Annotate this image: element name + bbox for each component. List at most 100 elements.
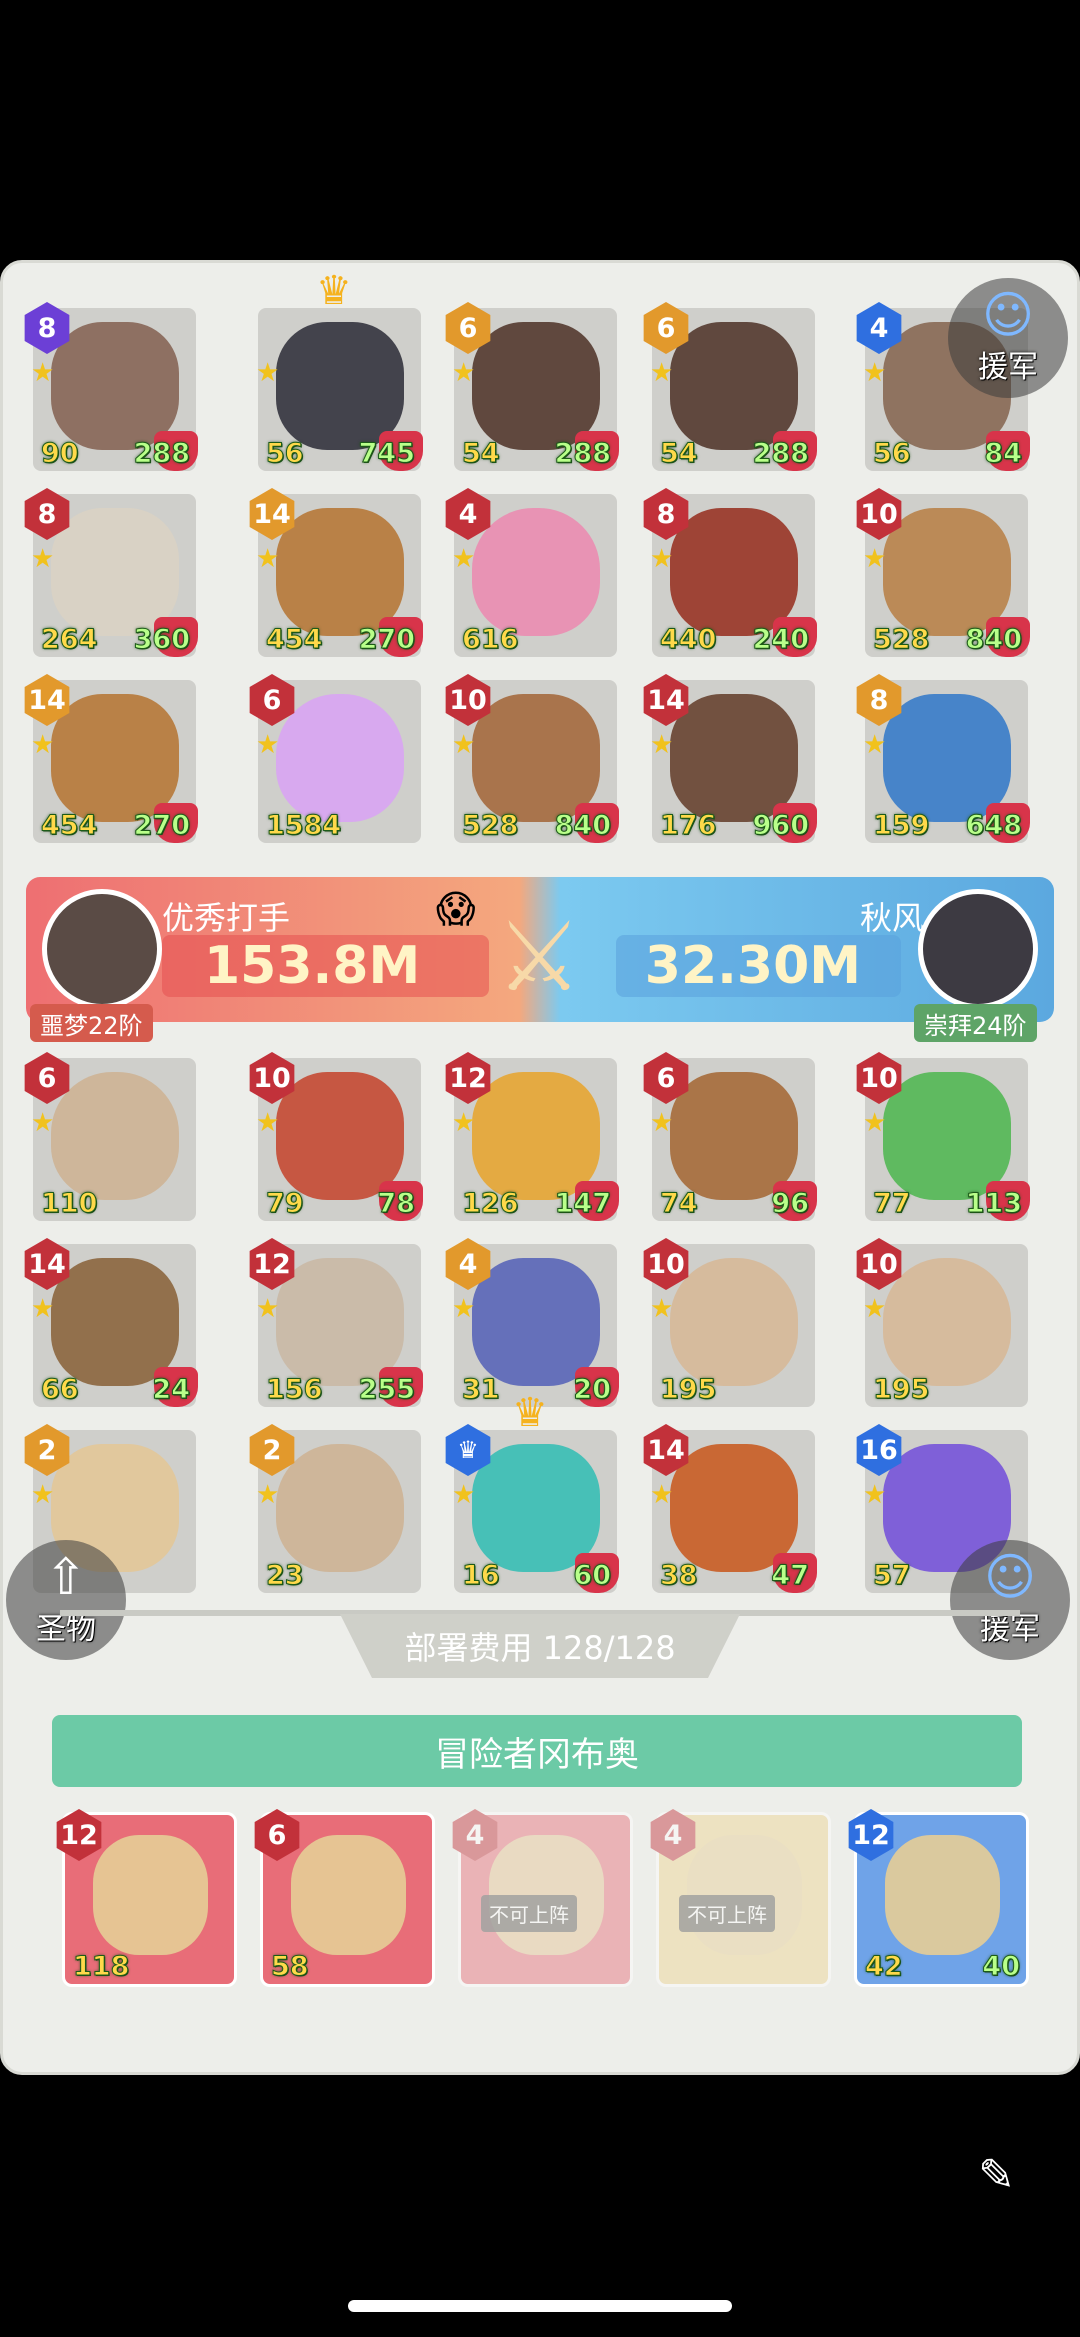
home-indicator: [348, 2300, 732, 2312]
unit-card[interactable]: 4 ★ 616: [445, 488, 617, 657]
star-icon: ★: [452, 1480, 476, 1510]
star-icon: ★: [863, 544, 887, 574]
unit-card[interactable]: 6 ★ 110: [24, 1052, 196, 1221]
unit-attack: 66: [41, 1374, 80, 1406]
reinforce-top-button[interactable]: ☺ 援军: [948, 278, 1068, 398]
unit-card[interactable]: 10 ★ 528 840: [445, 674, 619, 843]
unit-card[interactable]: 6 ★ 54 288: [643, 302, 817, 471]
bench-value: 58: [271, 1951, 310, 1983]
unit-attack: 454: [40, 810, 98, 842]
unit-card[interactable]: 6 ★ 1584: [249, 674, 421, 843]
unit-hp: 270: [133, 810, 190, 842]
unit-attack: 23: [266, 1560, 305, 1592]
unit-attack: 79: [266, 1188, 305, 1220]
unit-hp: 96: [771, 1188, 810, 1220]
unit-card[interactable]: 12 ★ 156 255: [249, 1238, 423, 1407]
bench-card[interactable]: 4 不可上阵: [452, 1809, 633, 1987]
star-icon: ★: [31, 1108, 55, 1138]
player-name: 优秀打手: [162, 899, 291, 937]
unit-card[interactable]: 10 ★ 195: [643, 1238, 815, 1407]
unit-attack: 56: [873, 438, 912, 470]
relic-egg-art: [276, 1444, 404, 1572]
unit-hp: 360: [133, 624, 190, 656]
unit-hp: 147: [554, 1188, 611, 1220]
unit-card[interactable]: 10 ★ 77 113: [856, 1052, 1030, 1221]
bench-card[interactable]: 6 58: [254, 1809, 435, 1987]
unit-card[interactable]: 10 ★ 528 840: [856, 488, 1030, 657]
unit-attack: 110: [40, 1188, 98, 1220]
star-icon: ★: [650, 358, 674, 388]
unit-hp: 24: [152, 1374, 191, 1406]
unit-card[interactable]: 14 ★ 66 24: [24, 1238, 198, 1407]
player-avatar[interactable]: [42, 889, 162, 1009]
unit-card[interactable]: 14 ★ 176 960: [643, 674, 817, 843]
opponent-avatar[interactable]: [918, 889, 1038, 1009]
unit-card[interactable]: 6 ★ 74 96: [643, 1052, 817, 1221]
star-icon: ★: [863, 358, 887, 388]
star-icon: ★: [650, 544, 674, 574]
not-deployable-tag: 不可上阵: [481, 1895, 577, 1932]
unit-hp: 288: [554, 438, 611, 470]
star-icon: ★: [452, 358, 476, 388]
relic-button[interactable]: ⇧ 圣物: [6, 1540, 126, 1660]
bench-art: [291, 1835, 406, 1955]
unit-card[interactable]: 8 ★ 90 288: [24, 302, 198, 471]
unit-card[interactable]: 14 ★ 454 270: [249, 488, 423, 657]
reinforce-bottom-button[interactable]: ☺ 援军: [950, 1540, 1070, 1660]
player-power: 153.8M: [162, 935, 489, 997]
star-icon: ★: [650, 1294, 674, 1324]
star-icon: ★: [256, 1108, 280, 1138]
unit-card[interactable]: 2 ★ 23: [249, 1424, 421, 1593]
unit-attack: 454: [265, 624, 323, 656]
star-icon: ★: [256, 730, 280, 760]
bench-value: 42: [865, 1951, 904, 1983]
unit-card[interactable]: 4 ★ 31 20: [445, 1238, 619, 1407]
unit-card[interactable]: 8 ★ 159 648: [856, 674, 1030, 843]
unit-attack: 195: [872, 1374, 930, 1406]
adventurer-button[interactable]: 冒险者冈布奥: [52, 1715, 1022, 1787]
player-rank-badge: 噩梦22阶: [30, 1004, 153, 1042]
unit-hp: 113: [965, 1188, 1022, 1220]
unit-card[interactable]: ★ 56 745 ♛: [256, 268, 423, 471]
relic-egg-art: [883, 1258, 1011, 1386]
unit-card[interactable]: 14 ★ 454 270: [24, 674, 198, 843]
unit-card[interactable]: 8 ★ 440 240: [643, 488, 817, 657]
unit-hp: 270: [358, 624, 415, 656]
bench-card[interactable]: 4 不可上阵: [650, 1809, 831, 1987]
unit-attack: 528: [872, 624, 930, 656]
bench-art: [885, 1835, 1000, 1955]
bench-card[interactable]: 12 42 40: [848, 1809, 1029, 1987]
star-icon: ★: [31, 730, 55, 760]
unit-hp: 960: [752, 810, 809, 842]
unit-hp: 47: [771, 1560, 810, 1592]
unit-hp: 648: [965, 810, 1022, 842]
opponent-rank-badge: 崇拜24阶: [914, 1004, 1037, 1042]
star-icon: ★: [31, 358, 55, 388]
unit-attack: 440: [659, 624, 717, 656]
unit-card[interactable]: 8 ★ 264 360: [24, 488, 198, 657]
unit-attack: 54: [462, 438, 501, 470]
unit-card[interactable]: 6 ★ 54 288: [445, 302, 619, 471]
unit-hp: 78: [377, 1188, 416, 1220]
unit-card[interactable]: 14 ★ 38 47: [643, 1424, 817, 1593]
crown-icon: ♛: [512, 1390, 548, 1436]
unit-hp: 288: [133, 438, 190, 470]
unit-card[interactable]: 12 ★ 126 147: [445, 1052, 619, 1221]
unit-card[interactable]: 10 ★ 79 78: [249, 1052, 423, 1221]
unit-attack: 126: [461, 1188, 519, 1220]
unit-card[interactable]: 10 ★ 195: [856, 1238, 1028, 1407]
upload-arrow-icon: ⇧: [45, 1548, 87, 1606]
bench-card[interactable]: 12 118: [56, 1809, 237, 1987]
edit-pencil-icon[interactable]: ✎: [978, 2150, 1015, 2201]
unit-attack: 156: [265, 1374, 323, 1406]
unit-attack: 38: [660, 1560, 699, 1592]
bench-value-secondary: 40: [982, 1951, 1021, 1983]
unit-card[interactable]: ♛ ★ 16 60 ♛: [445, 1390, 619, 1593]
unit-attack: 77: [873, 1188, 912, 1220]
star-icon: ★: [256, 358, 280, 388]
star-icon: ★: [31, 1480, 55, 1510]
unit-attack: 54: [660, 438, 699, 470]
unit-hp: 255: [358, 1374, 415, 1406]
unit-attack: 90: [41, 438, 80, 470]
bench-art: [93, 1835, 208, 1955]
